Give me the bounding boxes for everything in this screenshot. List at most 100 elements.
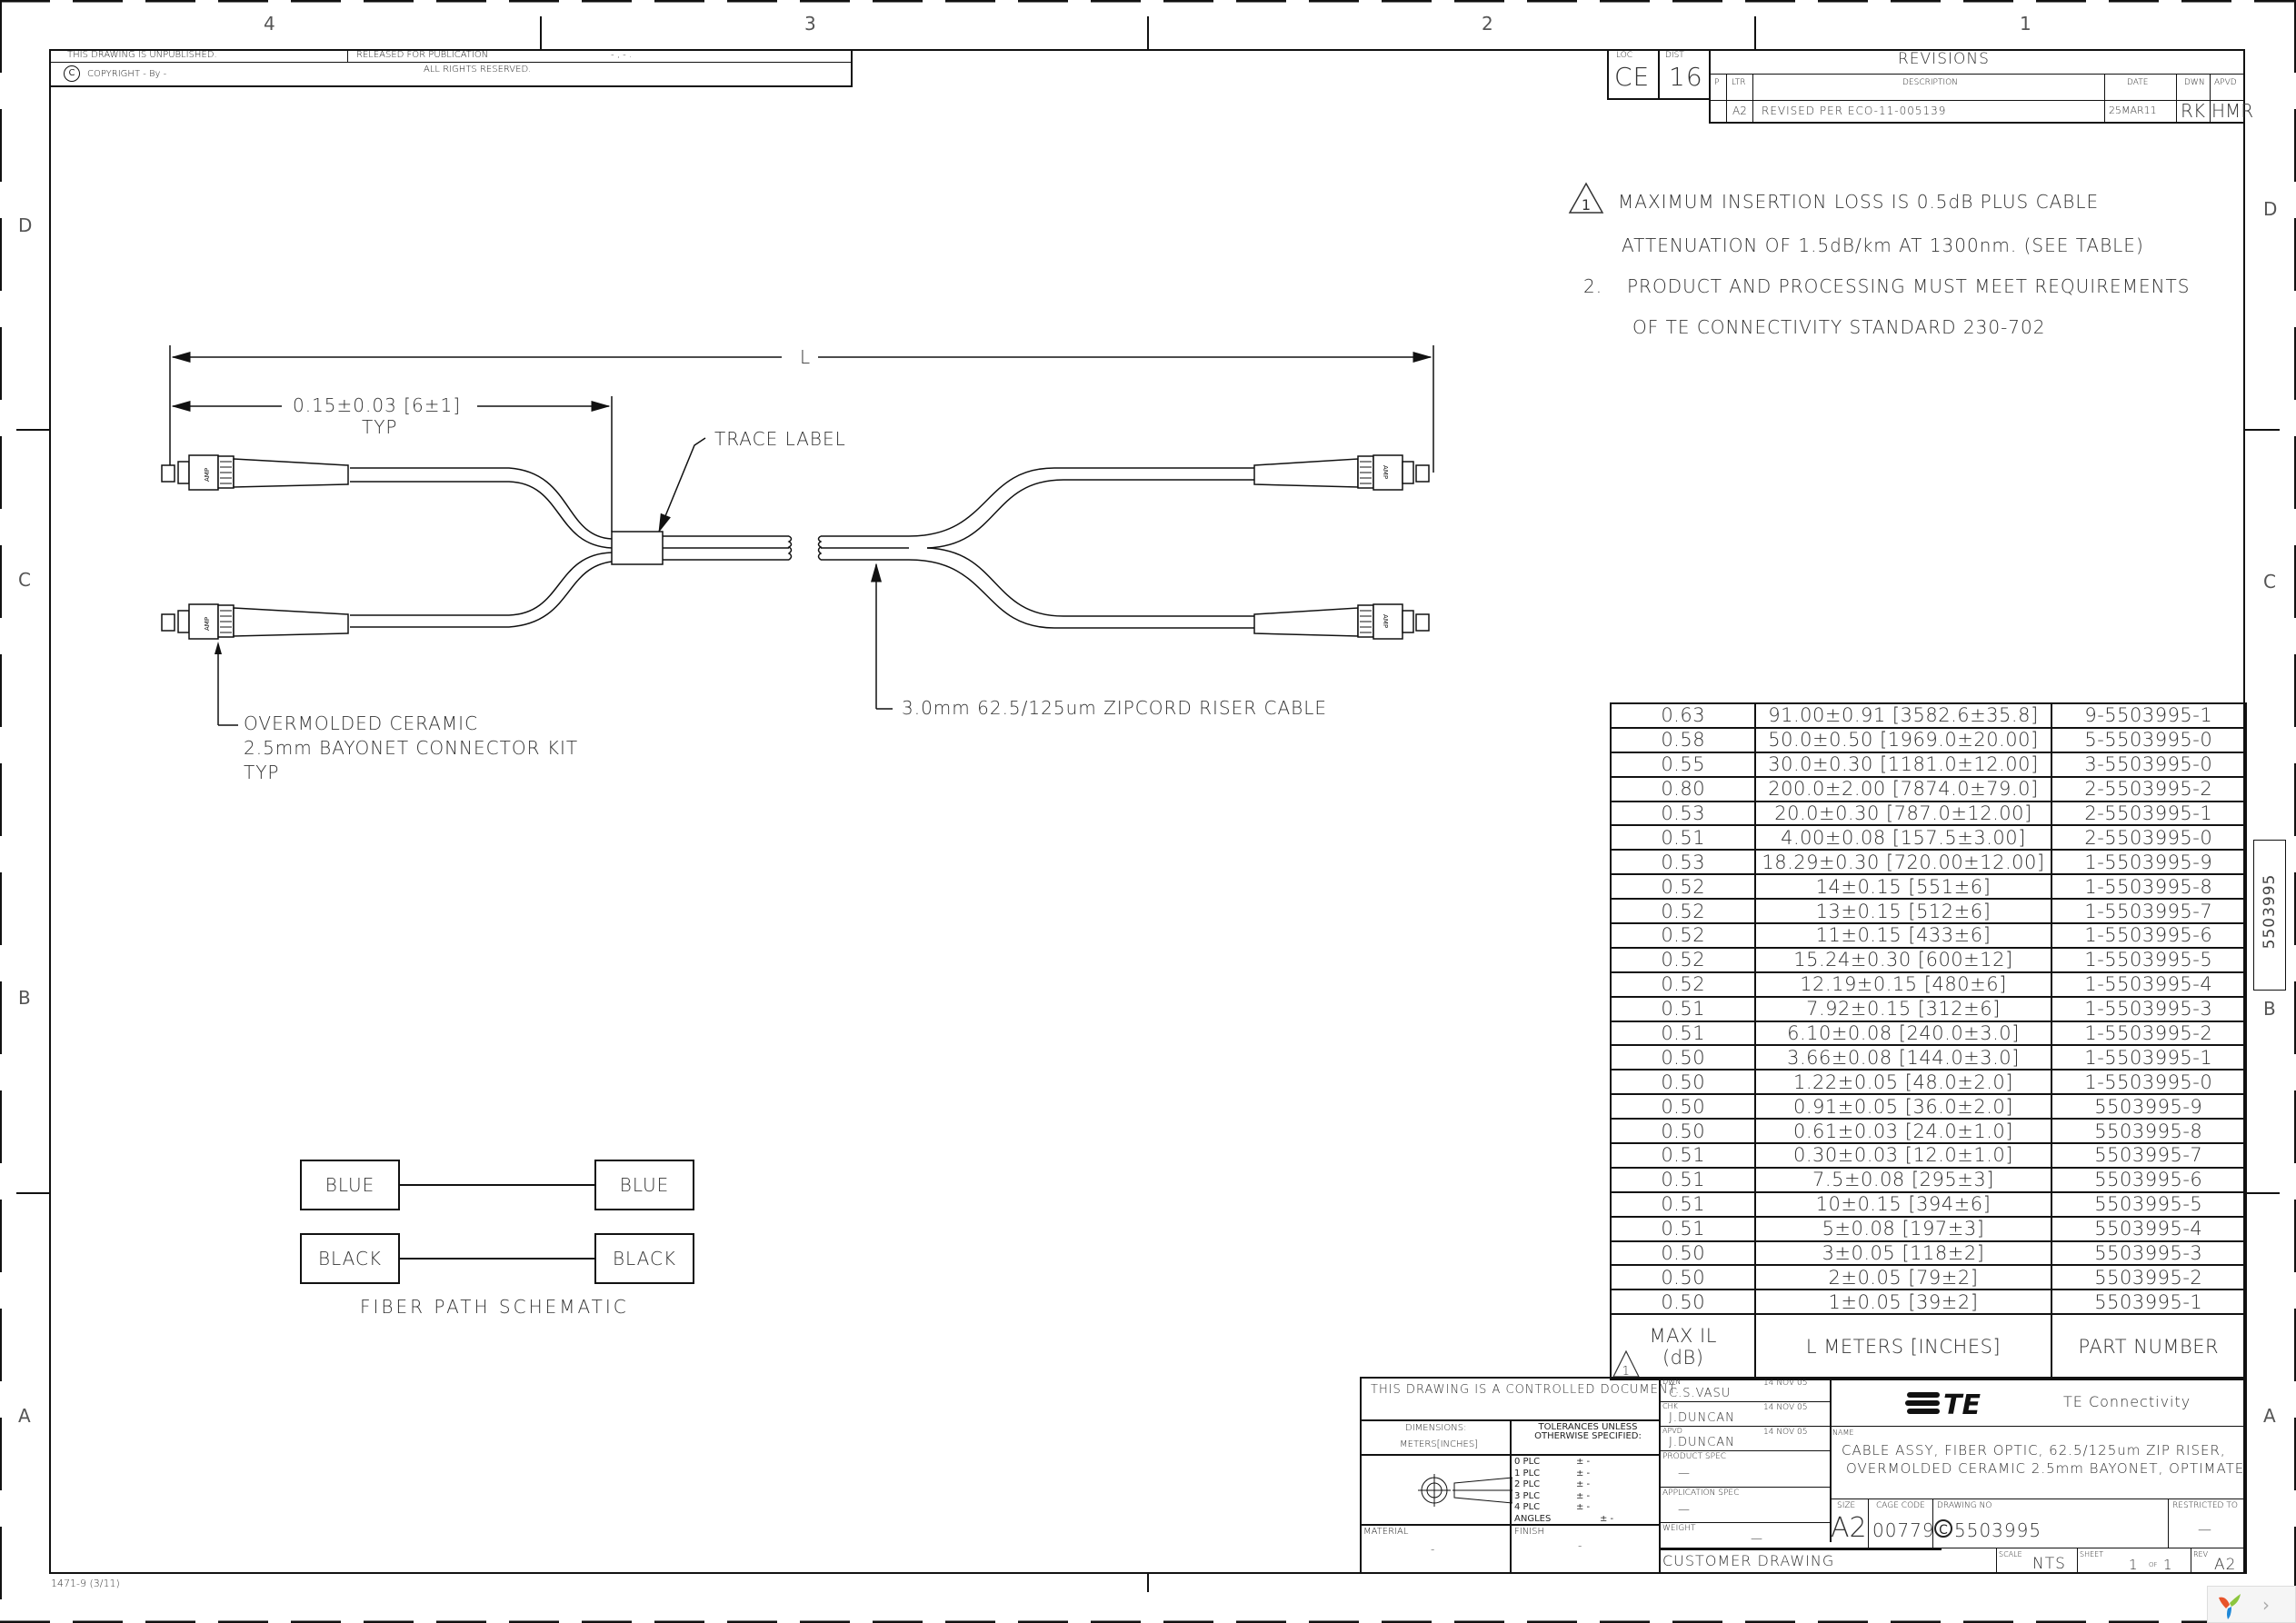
part-table-row: 0.51 7.5±0.08 [295±3] 5503995-6 [1609,1166,2248,1193]
trace-label-leader [658,437,706,533]
next-page-button[interactable]: › [2262,1594,2270,1616]
controlled-document-text: THIS DRAWING IS A CONTROLLED DOCUMENT. [1371,1383,1681,1397]
note-triangle-icon: 1 [1612,1349,1640,1379]
part-table-row: 0.52 15.24±0.30 [600±12] 1-5503995-5 [1609,946,2248,973]
header-length: L METERS [INCHES] [1754,1313,2052,1381]
drawing-no-label: DRAWING NO [1937,1501,1992,1510]
part-number-cell: 5503995-1 [2050,1289,2248,1316]
svg-text:AMP: AMP [204,468,211,482]
tolerance-label: 4 PLC [1514,1502,1541,1512]
part-table-row: 0.51 5±0.08 [197±3] 5503995-4 [1609,1215,2248,1242]
scale-label: SCALE [1999,1550,2022,1558]
part-table-row: 0.50 1.22±0.05 [48.0±2.0] 1-5503995-0 [1609,1069,2248,1096]
max-il-cell: 0.51 [1609,1166,1757,1193]
tolerance-value: ± - [1576,1457,1591,1467]
part-number-cell: 1-5503995-9 [2050,849,2248,876]
rev-label: REV [2193,1550,2209,1558]
schematic-node-label: BLACK [317,1248,383,1270]
tolerance-value: ± - [1600,1513,1614,1524]
max-il-cell: 0.50 [1609,1264,1757,1291]
tolerance-label: 1 PLC [1514,1468,1541,1479]
breakout-dimension-typ: TYP [362,416,398,438]
length-cell: 0.30±0.03 [12.0±1.0] [1754,1142,2052,1169]
divider [1831,1426,2247,1427]
part-table-row: 0.50 2±0.05 [79±2] 5503995-2 [1609,1264,2248,1291]
length-cell: 30.0±0.30 [1181.0±12.00] [1754,751,2052,778]
length-cell: 10±0.15 [394±6] [1754,1190,2052,1218]
restricted-label: RESTRICTED TO [2172,1501,2238,1510]
schematic-node-label: BLACK [612,1248,677,1270]
part-table-row: 0.50 0.91±0.05 [36.0±2.0] 5503995-9 [1609,1093,2248,1120]
finish-value: - [1578,1539,1583,1552]
tolerance-row: 1 PLC ± - [1512,1469,1658,1480]
rev-value: A2 [2214,1556,2237,1574]
cage-code-value: 00779 [1872,1519,1935,1541]
part-table-row: 0.58 50.0±0.50 [1969.0±20.00] 5-5503995-0 [1609,726,2248,753]
tolerance-value: ± - [1576,1479,1591,1489]
schematic-node: BLUE [300,1160,400,1210]
finish-label: FINISH [1514,1527,1544,1537]
divider [1868,1499,1869,1548]
schematic-node: BLACK [300,1233,400,1284]
max-il-cell: 0.52 [1609,946,1757,973]
customer-drawing-label: CUSTOMER DRAWING [1662,1552,1835,1569]
cage-code-label: CAGE CODE [1876,1501,1925,1510]
max-il-cell: 0.50 [1609,1069,1757,1096]
viewer-logo-icon[interactable] [2217,1592,2242,1619]
zipcord-trunk [663,535,909,561]
schematic-node: BLUE [594,1160,694,1210]
max-il-cell: 0.53 [1609,849,1757,876]
tolerance-value: ± - [1576,1490,1591,1501]
part-number-cell: 1-5503995-0 [2050,1069,2248,1096]
length-cell: 11±0.15 [433±6] [1754,922,2052,949]
schematic-node-label: BLUE [324,1174,375,1196]
max-il-cell: 0.52 [1609,873,1757,901]
weight-value: — [1751,1532,1763,1546]
max-il-cell: 0.52 [1609,898,1757,925]
schematic-path-line [400,1258,594,1260]
divider [1660,1487,1831,1488]
part-table-row: 0.51 0.30±0.03 [12.0±1.0] 5503995-7 [1609,1142,2248,1169]
part-number-cell: 1-5503995-7 [2050,898,2248,925]
dimensions-label: DIMENSIONS: [1405,1423,1467,1433]
schematic-node: BLACK [594,1233,694,1284]
weight-label: WEIGHT [1662,1524,1696,1533]
svg-text:TE: TE [1943,1389,1981,1418]
size-label: SIZE [1837,1501,1856,1510]
part-number-cell: 5503995-6 [2050,1166,2248,1193]
part-number-cell: 5503995-8 [2050,1118,2248,1145]
trace-label-callout: TRACE LABEL [714,428,846,450]
part-table-row: 0.53 18.29±0.30 [720.00±12.00] 1-5503995-9 [1609,849,2248,876]
dwn-date: 14 NOV 05 [1763,1379,1808,1388]
svg-text:AMP: AMP [1382,465,1389,479]
divider [1660,1450,1831,1451]
connector-callout-line-3: TYP [244,762,280,783]
length-cell: 13±0.15 [512±6] [1754,898,2052,925]
part-number-cell: 1-5503995-5 [2050,946,2248,973]
part-table-grid: 0.63 91.00±0.91 [3582.6±35.8] 9-5503995-1 0… [1609,702,2248,1381]
product-spec-value: — [1678,1467,1691,1480]
length-cell: 2±0.05 [79±2] [1754,1264,2052,1291]
divider [1660,1426,1831,1427]
max-il-cell: 0.50 [1609,1093,1757,1120]
drawing-no-prefix: C [1934,1519,1952,1538]
max-il-cell: 0.51 [1609,1215,1757,1242]
length-cell: 4.00±0.08 [157.5±3.00] [1754,824,2052,851]
tolerance-label: 3 PLC [1514,1490,1541,1501]
length-cell: 0.91±0.05 [36.0±2.0] [1754,1093,2052,1120]
max-il-cell: 0.63 [1609,702,1757,729]
length-cell: 0.61±0.03 [24.0±1.0] [1754,1118,2052,1145]
projection-symbol-icon [1418,1474,1512,1507]
length-cell: 18.29±0.30 [720.00±12.00] [1754,849,2052,876]
restricted-value: — [2198,1521,2212,1538]
length-cell: 3.66±0.08 [144.0±3.0] [1754,1044,2052,1071]
chk-date: 14 NOV 05 [1763,1403,1808,1412]
length-cell: 5±0.08 [197±3] [1754,1215,2052,1242]
length-cell: 12.19±0.15 [480±6] [1754,971,2052,998]
max-il-cell: 0.50 [1609,1289,1757,1316]
scale-value: NTS [2032,1555,2066,1573]
dwn-label: DWN [1662,1378,1682,1386]
name-line-1: CABLE ASSY, FIBER OPTIC, 62.5/125um ZIP … [1842,1442,2226,1459]
chk-name: J.DUNCAN [1669,1411,1735,1425]
max-il-cell: 0.55 [1609,751,1757,778]
